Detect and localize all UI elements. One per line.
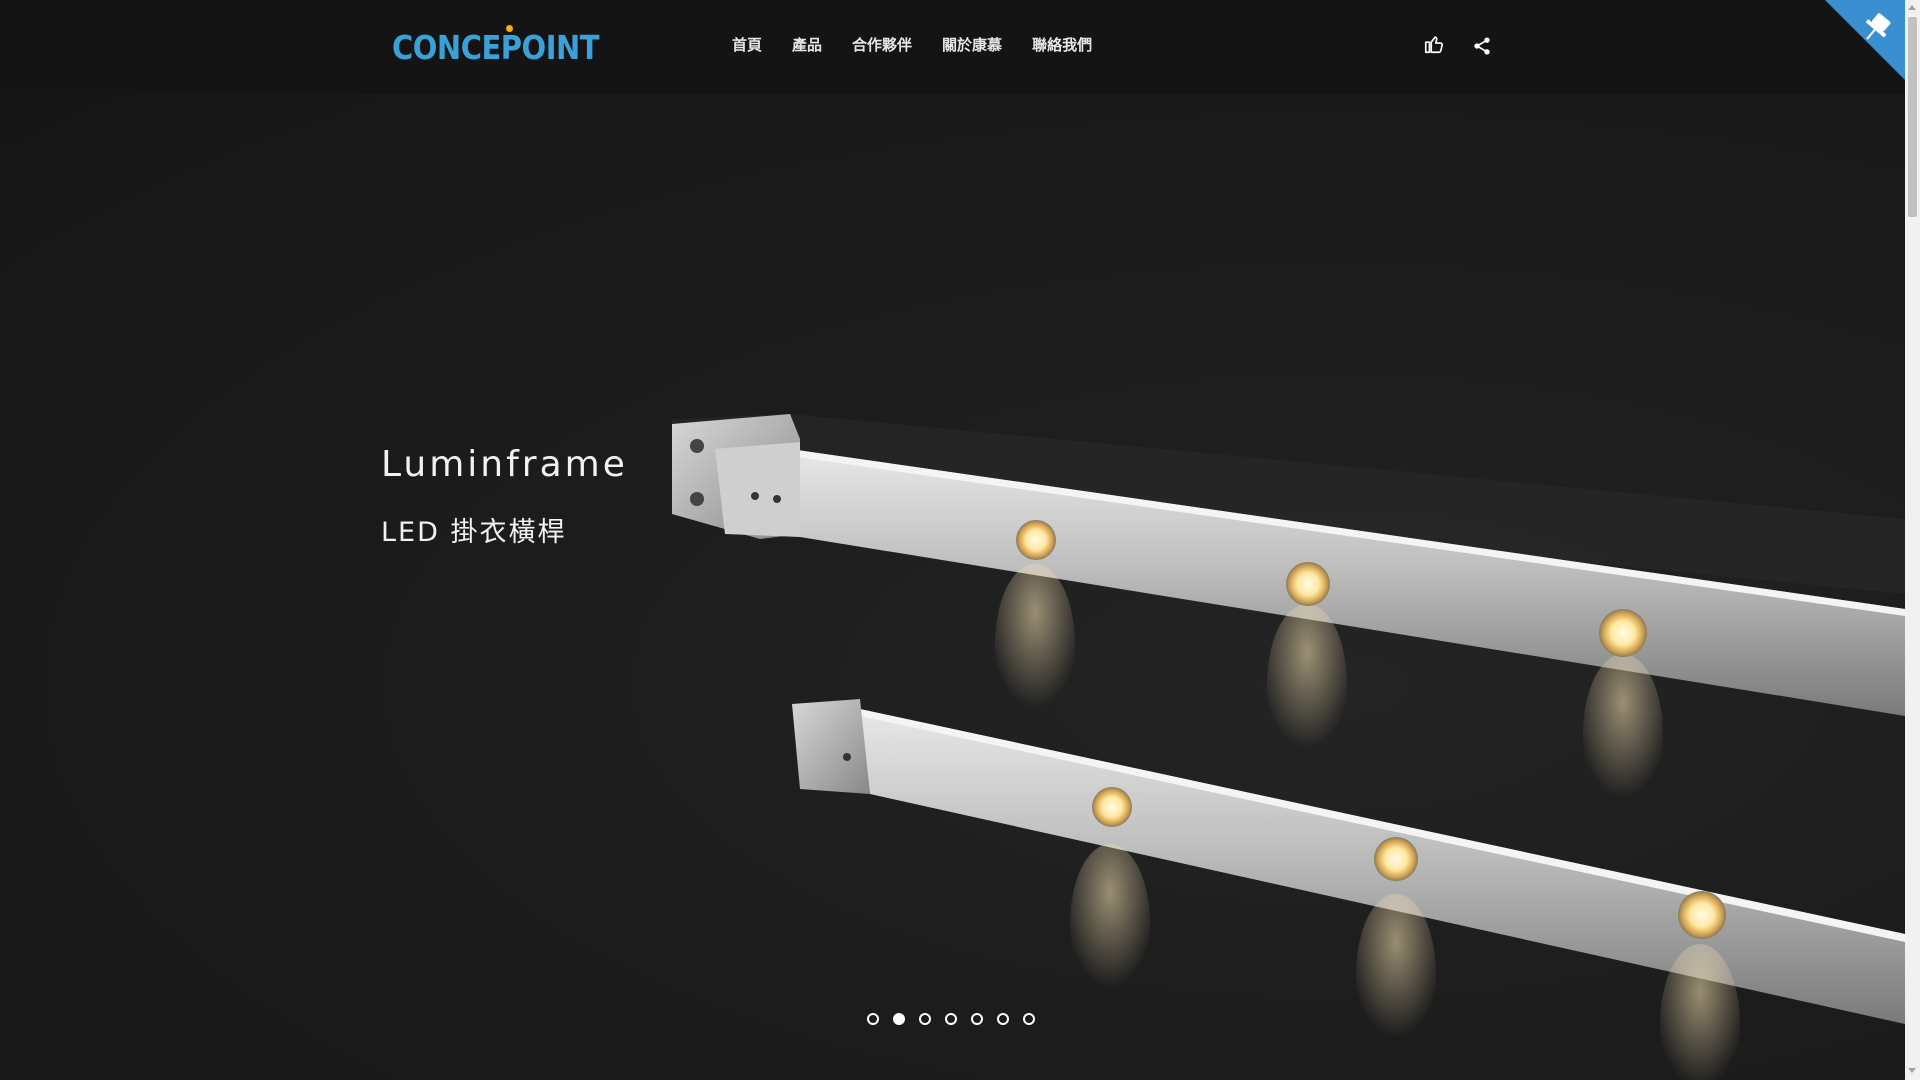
slide-dot-3[interactable] [919, 1013, 931, 1025]
share-icon[interactable] [1472, 35, 1492, 57]
slide-dot-2[interactable] [893, 1013, 905, 1025]
scroll-thumb[interactable] [1908, 17, 1917, 217]
nav-partners[interactable]: 合作夥伴 [852, 35, 912, 55]
main-nav: 首頁 產品 合作夥伴 關於康慕 聯絡我們 [732, 35, 1092, 55]
hero-slider: Luminframe LED 掛衣橫桿 [0, 94, 1905, 1080]
thumbs-up-icon[interactable] [1423, 33, 1445, 55]
hero-title: Luminframe [381, 444, 628, 485]
slide-dot-6[interactable] [997, 1013, 1009, 1025]
hero-subtitle: LED 掛衣橫桿 [381, 517, 567, 548]
pushpin-icon[interactable] [1825, 0, 1905, 80]
nav-home[interactable]: 首頁 [732, 35, 762, 55]
logo[interactable]: CONCEPOINT [392, 28, 600, 67]
site-header: CONCEPOINT 首頁 產品 合作夥伴 關於康慕 聯絡我們 [0, 0, 1905, 94]
scroll-down-arrow-icon[interactable] [1908, 1068, 1916, 1073]
slide-dot-1[interactable] [867, 1013, 879, 1025]
slide-dot-5[interactable] [971, 1013, 983, 1025]
slide-dot-7[interactable] [1023, 1013, 1035, 1025]
product-image [672, 414, 1905, 1080]
slider-pagination [867, 1013, 1035, 1025]
nav-about[interactable]: 關於康慕 [942, 35, 1002, 55]
slide-dot-4[interactable] [945, 1013, 957, 1025]
nav-products[interactable]: 產品 [792, 35, 822, 55]
logo-dot [506, 25, 513, 32]
scrollbar[interactable] [1905, 0, 1920, 1080]
scroll-up-arrow-icon[interactable] [1908, 5, 1916, 10]
nav-contact[interactable]: 聯絡我們 [1032, 35, 1092, 55]
